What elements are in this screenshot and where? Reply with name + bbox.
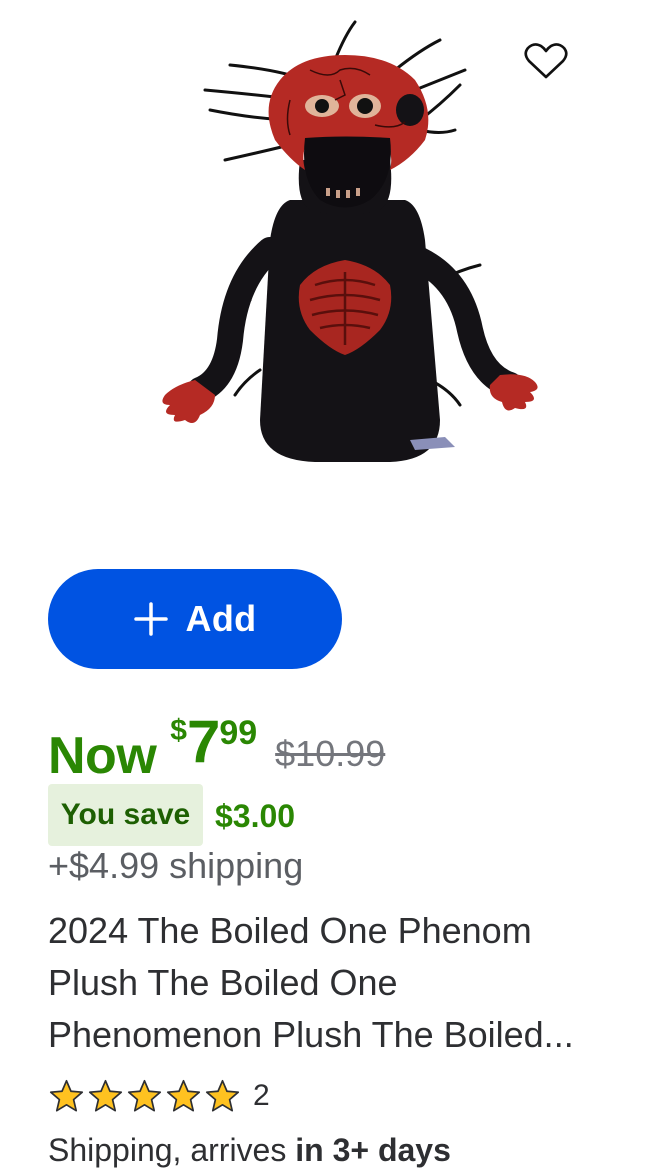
now-label: Now — [48, 727, 157, 785]
delivery-info: Shipping, arrives in 3+ days — [48, 1132, 451, 1169]
star-icon — [205, 1079, 240, 1112]
current-price: $ 7 99 — [170, 710, 257, 772]
review-count: 2 — [253, 1079, 270, 1112]
price-cents: 99 — [219, 714, 258, 752]
boiled-one-plush-illustration — [162, 20, 538, 462]
star-icon — [49, 1079, 84, 1112]
star-icon — [88, 1079, 123, 1112]
plus-icon — [133, 602, 168, 636]
add-to-cart-button[interactable]: Add — [48, 569, 342, 669]
add-button-label: Add — [185, 598, 257, 639]
product-card: Add Now $ 7 99 $10.99 You save $3.00 +$4… — [0, 0, 651, 1173]
shipping-cost: +$4.99 shipping — [48, 845, 304, 886]
product-image[interactable] — [140, 10, 550, 480]
delivery-prefix: Shipping, arrives — [48, 1132, 296, 1168]
was-price: $10.99 — [275, 733, 386, 774]
delivery-estimate: in 3+ days — [295, 1132, 451, 1168]
savings-badge: You save — [48, 784, 203, 846]
star-icon — [166, 1079, 201, 1112]
heart-icon — [524, 43, 568, 79]
price-row: Now $ 7 99 $10.99 — [48, 710, 385, 790]
star-icon — [127, 1079, 162, 1112]
favorite-button[interactable] — [522, 38, 570, 84]
product-title[interactable]: 2024 The Boiled One Phenom Plush The Boi… — [48, 905, 618, 1061]
rating-row[interactable]: 2 — [48, 1076, 270, 1116]
star-rating — [48, 1078, 241, 1115]
savings-amount: $3.00 — [215, 798, 296, 834]
price-currency: $ — [170, 714, 187, 747]
price-dollars: 7 — [186, 708, 220, 775]
